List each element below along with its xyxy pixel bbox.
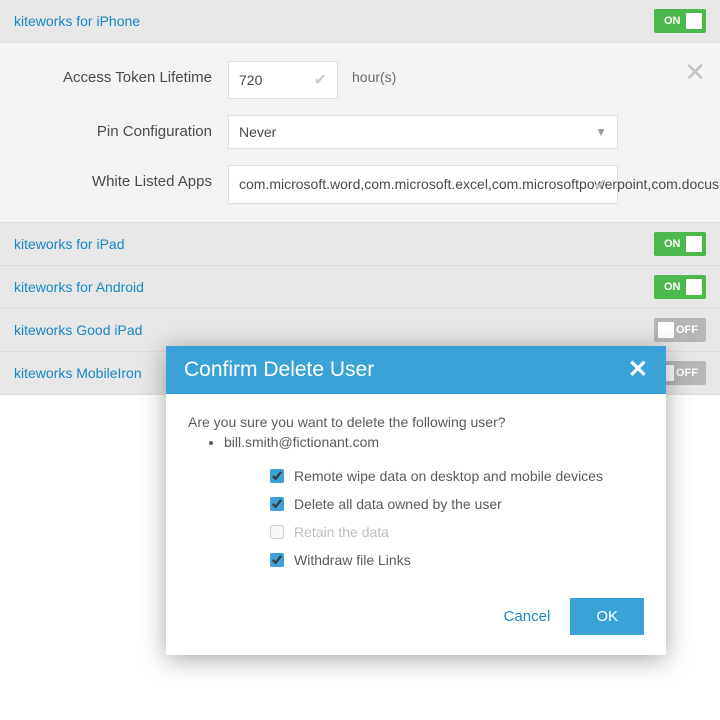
checkbox-withdraw-links[interactable] [270, 553, 284, 567]
toggle-iphone[interactable]: ON [654, 9, 706, 33]
section-android-header[interactable]: kiteworks for Android ON [0, 266, 720, 309]
section-iphone-body: ✕ Access Token Lifetime 720 ✔ hour(s) Pi… [0, 43, 720, 223]
toggle-on-label: ON [658, 281, 681, 293]
dialog-header: Confirm Delete User ✕ [166, 346, 666, 394]
section-iphone-header[interactable]: kiteworks for iPhone ON [0, 0, 720, 43]
pin-config-label: Pin Configuration [0, 115, 228, 140]
toggle-goodipad[interactable]: OFF [654, 318, 706, 342]
option-withdraw-links[interactable]: Withdraw file Links [270, 546, 644, 574]
checkmark-icon: ✔ [314, 70, 327, 90]
section-ipad-header[interactable]: kiteworks for iPad ON [0, 223, 720, 266]
cancel-button[interactable]: Cancel [504, 608, 551, 625]
option-delete-data[interactable]: Delete all data owned by the user [270, 490, 644, 518]
section-iphone-link[interactable]: kiteworks for iPhone [14, 13, 140, 29]
whitelisted-apps-input[interactable]: com.microsoft.word,com.microsoft.excel,c… [228, 165, 618, 204]
ok-button[interactable]: OK [570, 598, 644, 635]
dialog-title: Confirm Delete User [184, 358, 374, 382]
checkbox-remote-wipe[interactable] [270, 469, 284, 483]
toggle-off-label: OFF [676, 324, 702, 336]
pin-config-value: Never [239, 124, 276, 140]
section-android-link[interactable]: kiteworks for Android [14, 279, 144, 295]
toggle-android[interactable]: ON [654, 275, 706, 299]
token-lifetime-input[interactable]: 720 ✔ [228, 61, 338, 99]
toggle-knob [686, 236, 702, 252]
dialog-user-email: bill.smith@fictionant.com [224, 434, 644, 450]
row-token-lifetime: Access Token Lifetime 720 ✔ hour(s) [0, 61, 696, 99]
section-mobileiron-link[interactable]: kiteworks MobileIron [14, 365, 142, 381]
checkbox-delete-data[interactable] [270, 497, 284, 511]
section-ipad-link[interactable]: kiteworks for iPad [14, 236, 124, 252]
toggle-ipad[interactable]: ON [654, 232, 706, 256]
pin-config-select[interactable]: Never ▼ [228, 115, 618, 149]
option-remote-wipe[interactable]: Remote wipe data on desktop and mobile d… [270, 462, 644, 490]
whitelisted-apps-label: White Listed Apps [0, 165, 228, 190]
checkbox-retain-data [270, 525, 284, 539]
close-icon[interactable]: ✕ [684, 59, 706, 85]
dialog-body: Are you sure you want to delete the foll… [166, 394, 666, 584]
option-retain-data: Retain the data [270, 518, 644, 546]
token-lifetime-unit: hour(s) [352, 61, 396, 85]
close-icon[interactable]: ✕ [628, 358, 648, 382]
toggle-knob [686, 279, 702, 295]
dialog-options: Remote wipe data on desktop and mobile d… [188, 462, 644, 574]
toggle-off-label: OFF [676, 367, 702, 379]
toggle-on-label: ON [658, 15, 681, 27]
dialog-footer: Cancel OK [166, 584, 666, 655]
toggle-knob [658, 322, 674, 338]
token-lifetime-label: Access Token Lifetime [0, 61, 228, 86]
option-remote-wipe-label: Remote wipe data on desktop and mobile d… [294, 468, 603, 484]
whitelisted-apps-value: com.microsoft.word,com.microsoft.excel,c… [239, 176, 720, 192]
section-goodipad-link[interactable]: kiteworks Good iPad [14, 322, 142, 338]
option-retain-data-label: Retain the data [294, 524, 389, 540]
token-lifetime-value: 720 [239, 72, 262, 88]
row-pin-config: Pin Configuration Never ▼ [0, 115, 696, 149]
chevron-down-icon: ▼ [595, 125, 607, 139]
toggle-knob [686, 13, 702, 29]
confirm-delete-user-dialog: Confirm Delete User ✕ Are you sure you w… [166, 346, 666, 655]
row-whitelisted-apps: White Listed Apps com.microsoft.word,com… [0, 165, 696, 204]
dialog-prompt: Are you sure you want to delete the foll… [188, 414, 644, 430]
option-withdraw-links-label: Withdraw file Links [294, 552, 411, 568]
toggle-on-label: ON [658, 238, 681, 250]
option-delete-data-label: Delete all data owned by the user [294, 496, 502, 512]
checkmark-icon: ✔ [594, 174, 607, 198]
